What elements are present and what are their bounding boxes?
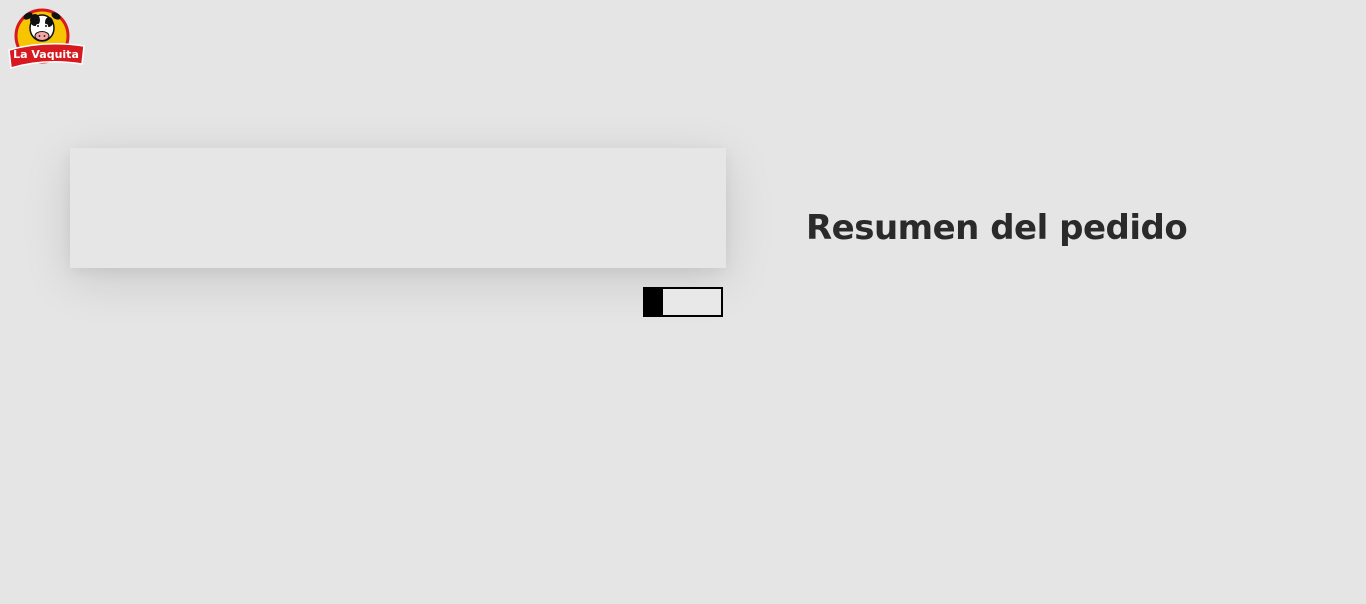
toggle-knob[interactable]	[645, 289, 663, 315]
order-summary-title: Resumen del pedido	[806, 208, 1188, 248]
brand-logo[interactable]: La Vaquita	[6, 6, 86, 72]
cow-logo-icon: La Vaquita	[8, 8, 85, 69]
logo-brand-text: La Vaquita	[13, 48, 79, 61]
toggle-switch[interactable]	[643, 287, 723, 317]
order-items-card	[70, 148, 726, 268]
